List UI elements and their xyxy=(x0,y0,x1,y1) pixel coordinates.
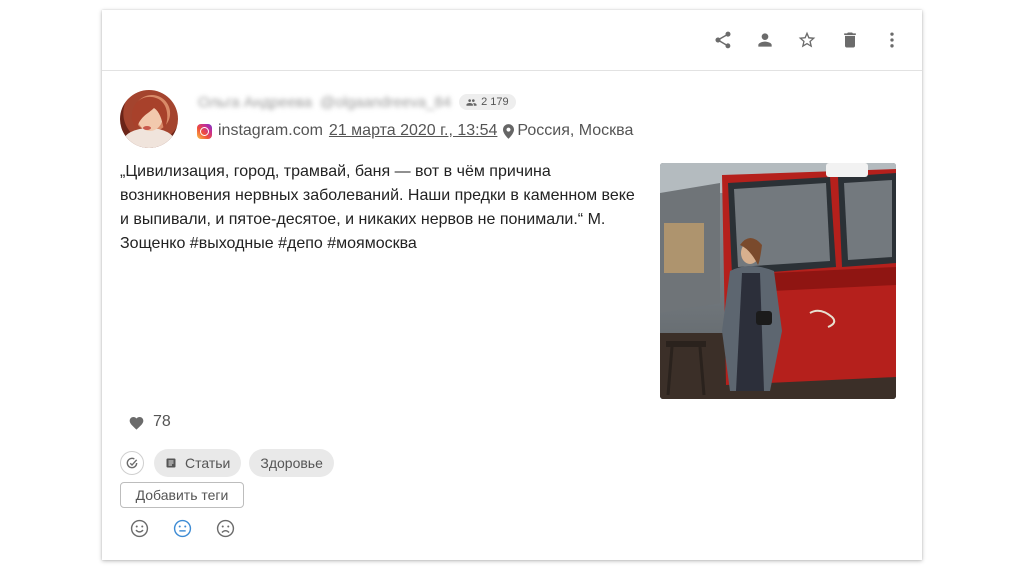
tags-row: Статьи Здоровье xyxy=(120,449,334,477)
smile-icon xyxy=(130,519,149,538)
star-icon[interactable] xyxy=(794,27,820,53)
add-tags-button[interactable]: Добавить теги xyxy=(120,482,244,508)
post-location: Россия, Москва xyxy=(517,122,634,139)
author-handle[interactable]: @olgaandreeva_84 xyxy=(320,94,451,111)
sad-face-icon xyxy=(216,519,235,538)
author-name[interactable]: Ольга Андреева xyxy=(198,94,312,111)
post-date-link[interactable]: 21 марта 2020 г., 13:54 xyxy=(329,122,497,140)
share-icon[interactable] xyxy=(710,27,736,53)
sentiment-selector xyxy=(130,519,235,538)
tag-chip-articles[interactable]: Статьи xyxy=(154,449,242,477)
likes-count: 78 xyxy=(153,413,171,430)
sentiment-neutral-button[interactable] xyxy=(173,519,192,538)
people-icon xyxy=(466,98,477,106)
trash-icon[interactable] xyxy=(837,27,863,53)
post-text: „Цивилизация, город, трамвай, баня — вот… xyxy=(120,163,635,252)
heart-icon[interactable] xyxy=(128,415,145,430)
more-vert-icon[interactable] xyxy=(879,27,905,53)
check-circle-icon xyxy=(126,457,138,469)
post-photo[interactable] xyxy=(660,163,896,399)
sentiment-negative-button[interactable] xyxy=(216,519,235,538)
post-card: Ольга Андреева @olgaandreeva_84 2 179 in… xyxy=(102,10,922,560)
person-icon[interactable] xyxy=(752,27,778,53)
article-icon xyxy=(166,458,176,468)
sentiment-positive-button[interactable] xyxy=(130,519,149,538)
card-toolbar xyxy=(102,10,922,71)
author-row: Ольга Андреева @olgaandreeva_84 2 179 xyxy=(198,92,516,112)
neutral-face-icon xyxy=(173,519,192,538)
tag-label: Здоровье xyxy=(260,455,323,471)
source-platform[interactable]: instagram.com xyxy=(218,122,323,140)
tag-label: Статьи xyxy=(185,455,231,471)
location-pin-icon xyxy=(503,123,515,139)
edit-tags-button[interactable] xyxy=(120,451,144,475)
tag-chip-health[interactable]: Здоровье xyxy=(249,449,334,477)
source-row: instagram.com 21 марта 2020 г., 13:54 Ро… xyxy=(197,120,633,142)
instagram-icon xyxy=(197,123,212,139)
likes: 78 xyxy=(128,413,171,431)
avatar[interactable] xyxy=(120,90,178,148)
followers-badge: 2 179 xyxy=(459,94,516,110)
followers-count: 2 179 xyxy=(481,96,509,108)
